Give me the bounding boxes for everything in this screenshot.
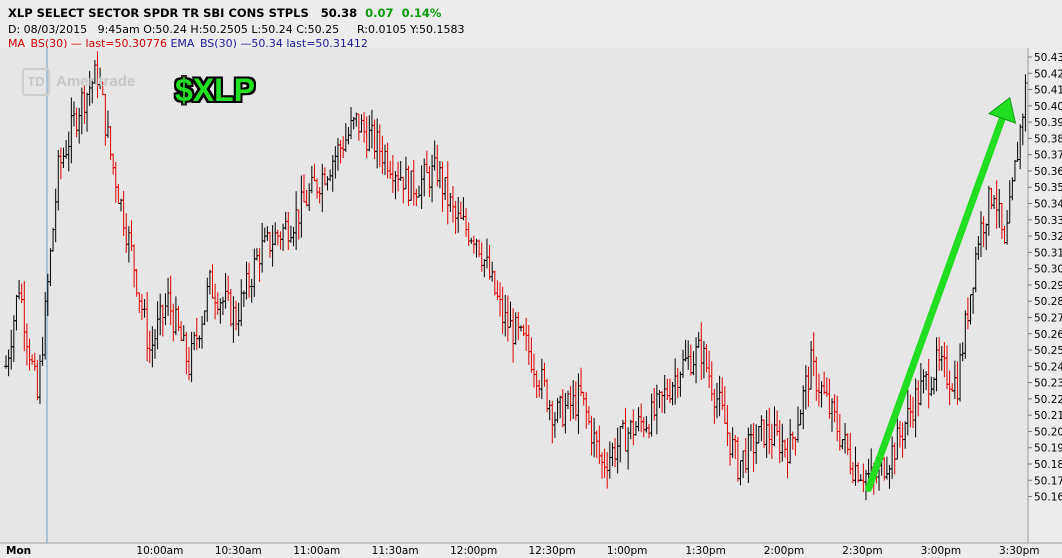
y-tick-label: 50.42 — [1034, 68, 1062, 80]
y-tick-label: 50.41 — [1034, 85, 1062, 97]
x-tick-label: 10:30am — [215, 545, 262, 557]
y-tick-label: 50.37 — [1034, 150, 1062, 162]
y-tick-label: 50.34 — [1034, 199, 1062, 211]
y-tick-label: 50.27 — [1034, 312, 1062, 324]
x-tick-label: 12:30pm — [529, 545, 576, 557]
y-tick-label: 50.17 — [1034, 475, 1062, 487]
y-tick-label: 50.21 — [1034, 410, 1062, 422]
y-tick-label: 50.22 — [1034, 394, 1062, 406]
x-tick-label: 1:00pm — [607, 545, 647, 557]
x-tick-label: 2:30pm — [842, 545, 882, 557]
y-tick-label: 50.39 — [1034, 117, 1062, 129]
x-tick-label: 10:00am — [136, 545, 183, 557]
x-tick-label: 1:30pm — [685, 545, 725, 557]
y-tick-label: 50.35 — [1034, 182, 1062, 194]
y-tick-label: 50.32 — [1034, 231, 1062, 243]
y-tick-label: 50.19 — [1034, 443, 1062, 455]
y-tick-label: 50.30 — [1034, 264, 1062, 276]
y-tick-label: 50.36 — [1034, 166, 1062, 178]
y-tick-label: 50.29 — [1034, 280, 1062, 292]
y-tick-label: 50.20 — [1034, 426, 1062, 438]
x-tick-label: 11:30am — [372, 545, 419, 557]
y-tick-label: 50.28 — [1034, 296, 1062, 308]
x-tick-label: 3:00pm — [921, 545, 961, 557]
td-logo-icon: TD — [22, 68, 50, 96]
x-tick-label: 12:00pm — [450, 545, 497, 557]
y-tick-label: 50.33 — [1034, 215, 1062, 227]
y-tick-label: 50.25 — [1034, 345, 1062, 357]
y-tick-label: 50.31 — [1034, 247, 1062, 259]
trend-arrow-shaft — [865, 114, 1006, 492]
watermark-text: Ameritrade — [56, 72, 136, 90]
y-tick-label: 50.26 — [1034, 329, 1062, 341]
x-tick-label: 2:00pm — [764, 545, 804, 557]
x-tick-label: 3:30pm — [999, 545, 1039, 557]
ameritrade-watermark: TD Ameritrade — [22, 68, 162, 96]
y-tick-label: 50.24 — [1034, 361, 1062, 373]
y-tick-label: 50.16 — [1034, 492, 1062, 504]
x-tick-label: 11:00am — [293, 545, 340, 557]
x-tick-label: Mon — [6, 545, 31, 557]
ticker-label: $XLP — [175, 72, 256, 108]
y-tick-label: 50.18 — [1034, 459, 1062, 471]
y-tick-label: 50.43 — [1034, 52, 1062, 64]
y-tick-label: 50.23 — [1034, 378, 1062, 390]
y-tick-label: 50.40 — [1034, 101, 1062, 113]
y-tick-label: 50.38 — [1034, 133, 1062, 145]
